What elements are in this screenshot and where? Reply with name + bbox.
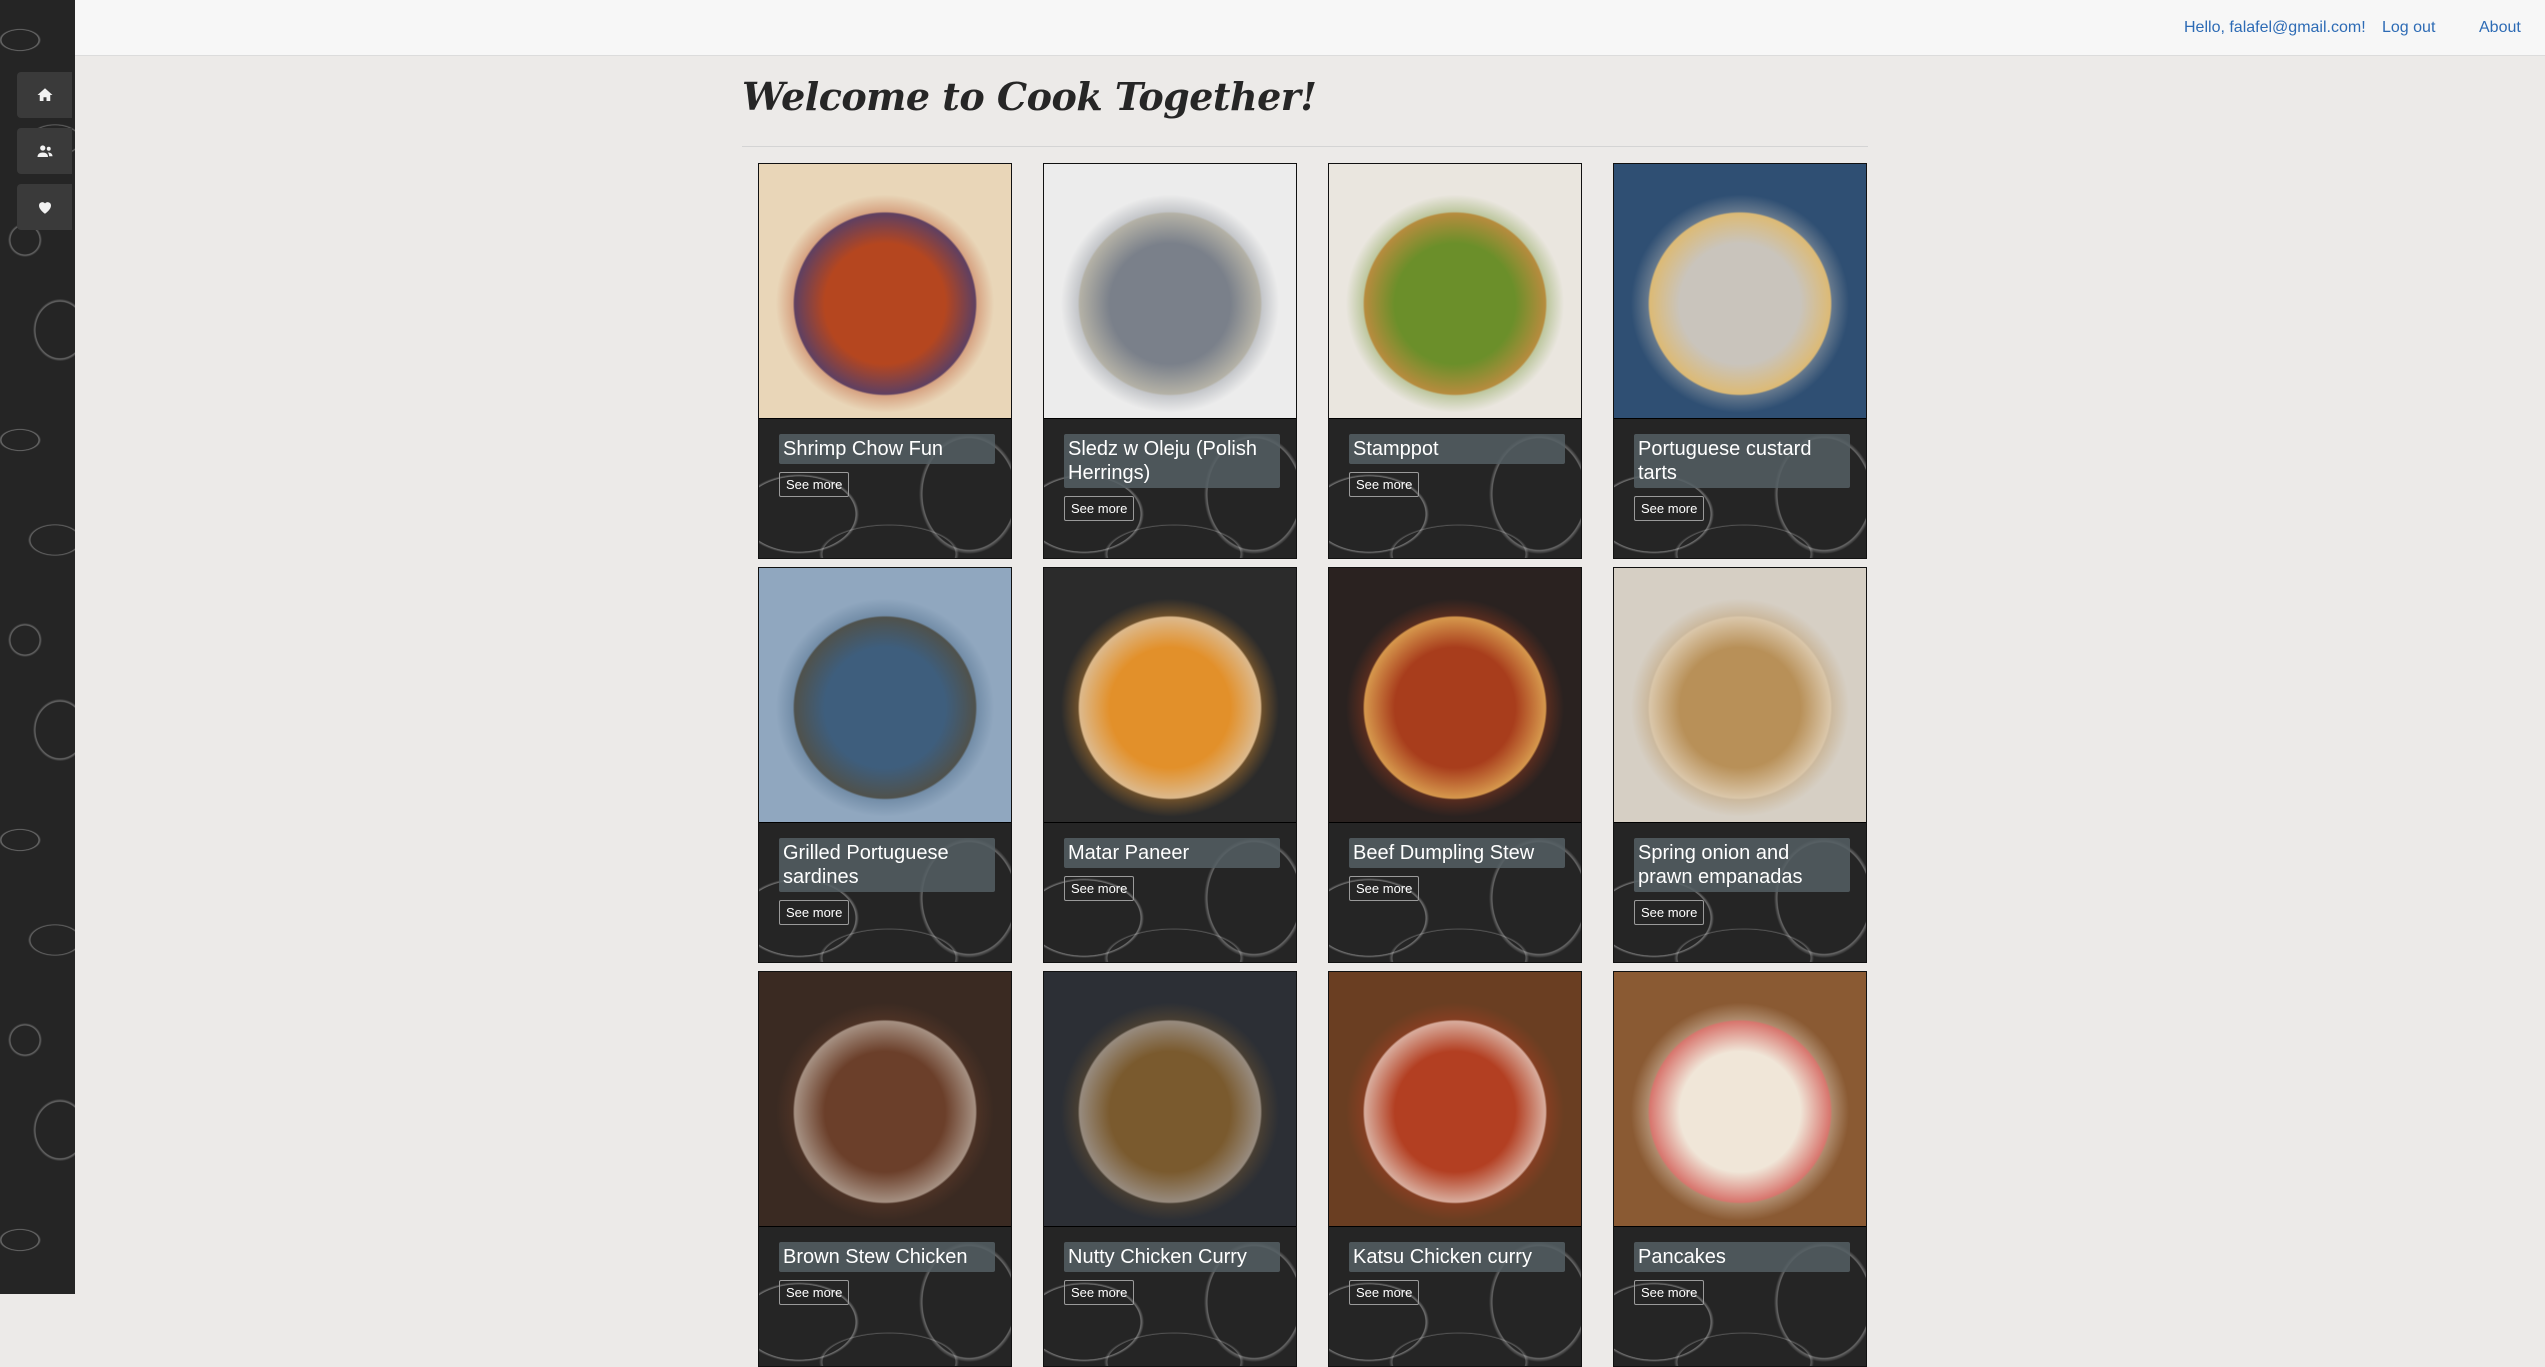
home-icon bbox=[37, 88, 52, 101]
recipe-title: Pancakes bbox=[1634, 1242, 1850, 1272]
recipe-title: Grilled Portuguese sardines bbox=[779, 838, 995, 892]
recipe-card[interactable]: Shrimp Chow Fun See more bbox=[758, 163, 1012, 559]
recipe-title: Sledz w Oleju (Polish Herrings) bbox=[1064, 434, 1280, 488]
users-icon bbox=[37, 145, 52, 157]
recipe-card[interactable]: Stamppot See more bbox=[1328, 163, 1582, 559]
see-more-button[interactable]: See more bbox=[1634, 496, 1705, 521]
recipe-title: Nutty Chicken Curry bbox=[1064, 1242, 1280, 1272]
see-more-button[interactable]: See more bbox=[779, 1280, 850, 1305]
see-more-button[interactable]: See more bbox=[779, 472, 850, 497]
see-more-button[interactable]: See more bbox=[1634, 1280, 1705, 1305]
recipe-card[interactable]: Grilled Portuguese sardines See more bbox=[758, 567, 1012, 963]
recipe-image[interactable] bbox=[1044, 972, 1296, 1227]
see-more-button[interactable]: See more bbox=[1634, 900, 1705, 925]
recipe-image[interactable] bbox=[1614, 972, 1866, 1227]
recipe-card[interactable]: Matar Paneer See more bbox=[1043, 567, 1297, 963]
recipe-title: Matar Paneer bbox=[1064, 838, 1280, 868]
see-more-button[interactable]: See more bbox=[1064, 1280, 1135, 1305]
recipe-card[interactable]: Beef Dumpling Stew See more bbox=[1328, 567, 1582, 963]
recipe-image[interactable] bbox=[759, 164, 1011, 419]
recipe-card[interactable]: Nutty Chicken Curry See more bbox=[1043, 971, 1297, 1367]
see-more-button[interactable]: See more bbox=[1349, 1280, 1420, 1305]
sidebar bbox=[0, 0, 75, 1294]
recipe-title: Stamppot bbox=[1349, 434, 1565, 464]
see-more-button[interactable]: See more bbox=[1349, 472, 1420, 497]
recipe-title: Portuguese custard tarts bbox=[1634, 434, 1850, 488]
sidebar-users-button[interactable] bbox=[17, 128, 72, 174]
heart-icon bbox=[38, 202, 51, 214]
recipe-card[interactable]: Sledz w Oleju (Polish Herrings) See more bbox=[1043, 163, 1297, 559]
recipe-image[interactable] bbox=[1044, 164, 1296, 419]
about-link[interactable]: About bbox=[2479, 19, 2521, 37]
top-navbar: Hello, falafel@gmail.com! Log out About bbox=[75, 0, 2545, 56]
sidebar-favorites-button[interactable] bbox=[17, 184, 72, 230]
page-title: Welcome to Cook Together! bbox=[742, 74, 1317, 119]
recipe-card[interactable]: Pancakes See more bbox=[1613, 971, 1867, 1367]
see-more-button[interactable]: See more bbox=[1064, 496, 1135, 521]
recipe-card[interactable]: Spring onion and prawn empanadas See more bbox=[1613, 567, 1867, 963]
recipe-image[interactable] bbox=[1329, 972, 1581, 1227]
recipe-title: Shrimp Chow Fun bbox=[779, 434, 995, 464]
recipe-title: Brown Stew Chicken bbox=[779, 1242, 995, 1272]
recipe-title: Spring onion and prawn empanadas bbox=[1634, 838, 1850, 892]
sidebar-home-button[interactable] bbox=[17, 72, 72, 118]
recipe-image[interactable] bbox=[1329, 568, 1581, 823]
recipe-image[interactable] bbox=[1614, 568, 1866, 823]
recipe-image[interactable] bbox=[1044, 568, 1296, 823]
recipe-image[interactable] bbox=[1614, 164, 1866, 419]
see-more-button[interactable]: See more bbox=[1064, 876, 1135, 901]
recipe-title: Katsu Chicken curry bbox=[1349, 1242, 1565, 1272]
logout-link[interactable]: Log out bbox=[2382, 19, 2435, 37]
recipe-card[interactable]: Portuguese custard tarts See more bbox=[1613, 163, 1867, 559]
recipe-title: Beef Dumpling Stew bbox=[1349, 838, 1565, 868]
recipe-image[interactable] bbox=[759, 972, 1011, 1227]
see-more-button[interactable]: See more bbox=[779, 900, 850, 925]
see-more-button[interactable]: See more bbox=[1349, 876, 1420, 901]
title-divider bbox=[742, 146, 1868, 147]
user-greeting-link[interactable]: Hello, falafel@gmail.com! bbox=[2184, 19, 2366, 37]
recipe-image[interactable] bbox=[1329, 164, 1581, 419]
recipe-image[interactable] bbox=[759, 568, 1011, 823]
recipe-card[interactable]: Brown Stew Chicken See more bbox=[758, 971, 1012, 1367]
recipe-card[interactable]: Katsu Chicken curry See more bbox=[1328, 971, 1582, 1367]
